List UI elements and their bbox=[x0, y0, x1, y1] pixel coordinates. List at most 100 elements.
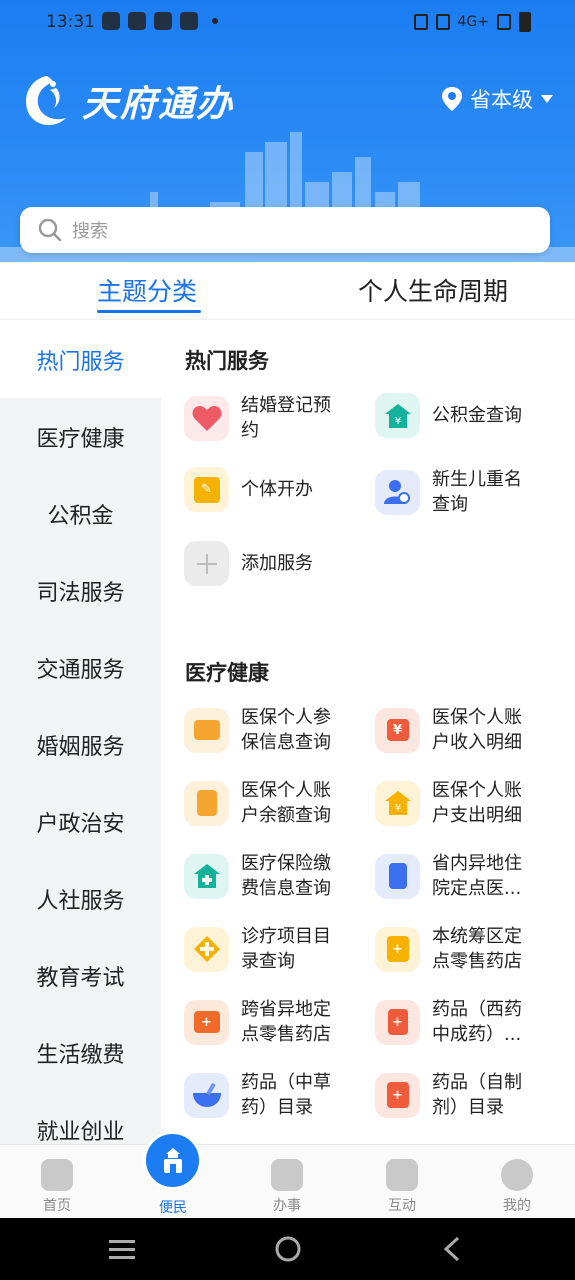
mail-icon bbox=[154, 12, 172, 30]
nav-label: 我的 bbox=[503, 1198, 531, 1214]
service-label: 个体开办 bbox=[241, 479, 313, 500]
house-yuan-icon: ¥ bbox=[375, 780, 420, 826]
service-item[interactable]: 新生儿重名查询 bbox=[375, 467, 532, 517]
sidebar-item-employment[interactable]: 就业创业 bbox=[0, 1091, 161, 1145]
status-system: 4G+ bbox=[413, 12, 531, 32]
nav-home[interactable]: 首页 bbox=[17, 1159, 97, 1215]
nav-convenience[interactable] bbox=[143, 1131, 202, 1190]
pharmacy-icon: + bbox=[375, 926, 420, 972]
service-label: 医保个人账户支出明细 bbox=[432, 780, 522, 826]
service-label: 药品（中草药）目录 bbox=[241, 1072, 331, 1118]
document-edit-icon: ✎ bbox=[184, 467, 229, 512]
service-item[interactable]: + 药品（西药中成药）... bbox=[375, 997, 532, 1047]
service-item[interactable]: + 跨省异地定点零售药店 bbox=[184, 997, 341, 1047]
tab-theme-category[interactable]: 主题分类 bbox=[97, 272, 197, 308]
telegram-icon bbox=[102, 12, 120, 30]
service-label: 本统筹区定点零售药店 bbox=[432, 926, 522, 972]
chevron-down-icon bbox=[541, 95, 553, 103]
service-item[interactable]: + 本统筹区定点零售药店 bbox=[375, 924, 532, 974]
sidebar-item-marriage[interactable]: 婚姻服务 bbox=[0, 706, 161, 783]
app-icon bbox=[128, 12, 146, 30]
service-item[interactable]: ¥ 医保个人账户支出明细 bbox=[375, 778, 532, 828]
nav-affairs[interactable]: 办事 bbox=[247, 1159, 327, 1215]
back-icon[interactable] bbox=[443, 1236, 460, 1262]
section-title-medical: 医疗健康 bbox=[185, 661, 269, 685]
search-input[interactable]: 搜索 bbox=[72, 217, 108, 243]
service-item[interactable]: 药品（中草药）目录 bbox=[184, 1070, 341, 1120]
store-icon: + bbox=[184, 999, 229, 1045]
status-bar: 13:31 4G+ bbox=[0, 0, 575, 48]
home-icon bbox=[41, 1159, 73, 1191]
service-item[interactable]: ✎ 个体开办 bbox=[184, 467, 341, 512]
service-item[interactable]: + 药品（自制剂）目录 bbox=[375, 1070, 532, 1120]
sidebar-item-hot[interactable]: 热门服务 bbox=[0, 321, 161, 398]
svg-text:¥: ¥ bbox=[394, 803, 400, 814]
medical-cross-icon bbox=[184, 926, 229, 972]
location-selector[interactable]: 省本级 bbox=[442, 84, 553, 114]
home-circle-icon[interactable] bbox=[275, 1236, 301, 1262]
house-yuan-icon: ¥ bbox=[375, 393, 420, 438]
nav-profile[interactable]: 我的 bbox=[477, 1159, 557, 1215]
sidebar-item-housing-fund[interactable]: 公积金 bbox=[0, 475, 161, 552]
service-item[interactable]: ¥ 医保个人账户收入明细 bbox=[375, 705, 532, 755]
mortar-icon bbox=[184, 1072, 229, 1118]
system-navigation-bar bbox=[0, 1218, 575, 1280]
service-item[interactable]: 医保个人参保信息查询 bbox=[184, 705, 341, 755]
service-item[interactable]: ¥ 公积金查询 bbox=[375, 393, 532, 438]
service-label: 结婚登记预约 bbox=[241, 395, 331, 441]
service-item[interactable]: 医疗保险缴费信息查询 bbox=[184, 851, 341, 901]
service-label: 公积金查询 bbox=[432, 405, 522, 426]
nav-label: 首页 bbox=[43, 1198, 71, 1214]
service-label: 医疗保险缴费信息查询 bbox=[241, 853, 331, 899]
signal-bars-icon bbox=[497, 14, 511, 30]
sidebar-item-medical[interactable]: 医疗健康 bbox=[0, 398, 161, 475]
location-label: 省本级 bbox=[470, 88, 533, 112]
service-label: 跨省异地定点零售药店 bbox=[241, 999, 331, 1045]
sidebar-item-traffic[interactable]: 交通服务 bbox=[0, 629, 161, 706]
sidebar-item-household[interactable]: 户政治安 bbox=[0, 783, 161, 860]
service-item[interactable]: 医保个人账户余额查询 bbox=[184, 778, 341, 828]
service-item[interactable]: 诊疗项目目录查询 bbox=[184, 924, 341, 974]
menu-icon[interactable] bbox=[109, 1240, 135, 1259]
battery-icon bbox=[519, 12, 531, 32]
profile-icon bbox=[501, 1159, 533, 1191]
sidebar-item-social-security[interactable]: 人社服务 bbox=[0, 860, 161, 937]
nav-interaction[interactable]: 互动 bbox=[362, 1159, 442, 1215]
bottom-navigation: 首页 便民 办事 互动 我的 bbox=[0, 1131, 575, 1218]
building-icon bbox=[375, 853, 420, 899]
more-dot-icon bbox=[212, 18, 218, 24]
status-notifications bbox=[102, 12, 218, 30]
service-item[interactable]: 结婚登记预约 bbox=[184, 393, 341, 443]
service-item[interactable]: 省内异地住院定点医... bbox=[375, 851, 532, 901]
nav-label: 便民 bbox=[159, 1200, 187, 1216]
location-pin-icon bbox=[442, 87, 462, 111]
tab-life-cycle[interactable]: 个人生命周期 bbox=[358, 272, 508, 308]
search-bar[interactable]: 搜索 bbox=[20, 207, 550, 253]
service-label: 医保个人参保信息查询 bbox=[241, 707, 331, 753]
heart-icon bbox=[184, 395, 229, 441]
service-label: 医保个人账户余额查询 bbox=[241, 780, 331, 826]
category-sidebar: 热门服务 医疗健康 公积金 司法服务 交通服务 婚姻服务 户政治安 人社服务 教… bbox=[0, 321, 161, 1144]
medicine-bottle-icon: + bbox=[375, 999, 420, 1045]
sidebar-item-judicial[interactable]: 司法服务 bbox=[0, 552, 161, 629]
service-label: 省内异地住院定点医... bbox=[432, 853, 522, 899]
service-label: 医保个人账户收入明细 bbox=[432, 707, 522, 753]
category-tabs: 主题分类 个人生命周期 bbox=[0, 262, 575, 320]
status-time: 13:31 bbox=[46, 12, 95, 32]
add-service-button[interactable]: 添加服务 bbox=[184, 541, 341, 586]
sidebar-item-utilities[interactable]: 生活缴费 bbox=[0, 1014, 161, 1091]
plus-icon bbox=[184, 541, 229, 586]
nav-label: 互动 bbox=[388, 1198, 416, 1214]
service-label: 药品（自制剂）目录 bbox=[432, 1072, 522, 1118]
person-search-icon bbox=[375, 469, 420, 515]
mail-icon bbox=[180, 12, 198, 30]
nav-label: 办事 bbox=[273, 1198, 301, 1214]
convenience-icon bbox=[163, 1147, 182, 1173]
svg-text:¥: ¥ bbox=[394, 416, 400, 427]
service-label: 新生儿重名查询 bbox=[432, 469, 522, 515]
vibrate-icon bbox=[413, 14, 428, 30]
sidebar-item-education[interactable]: 教育考试 bbox=[0, 937, 161, 1014]
network-label: 4G+ bbox=[457, 14, 490, 30]
signal-icon bbox=[435, 14, 450, 30]
service-label: 药品（西药中成药）... bbox=[432, 999, 522, 1045]
